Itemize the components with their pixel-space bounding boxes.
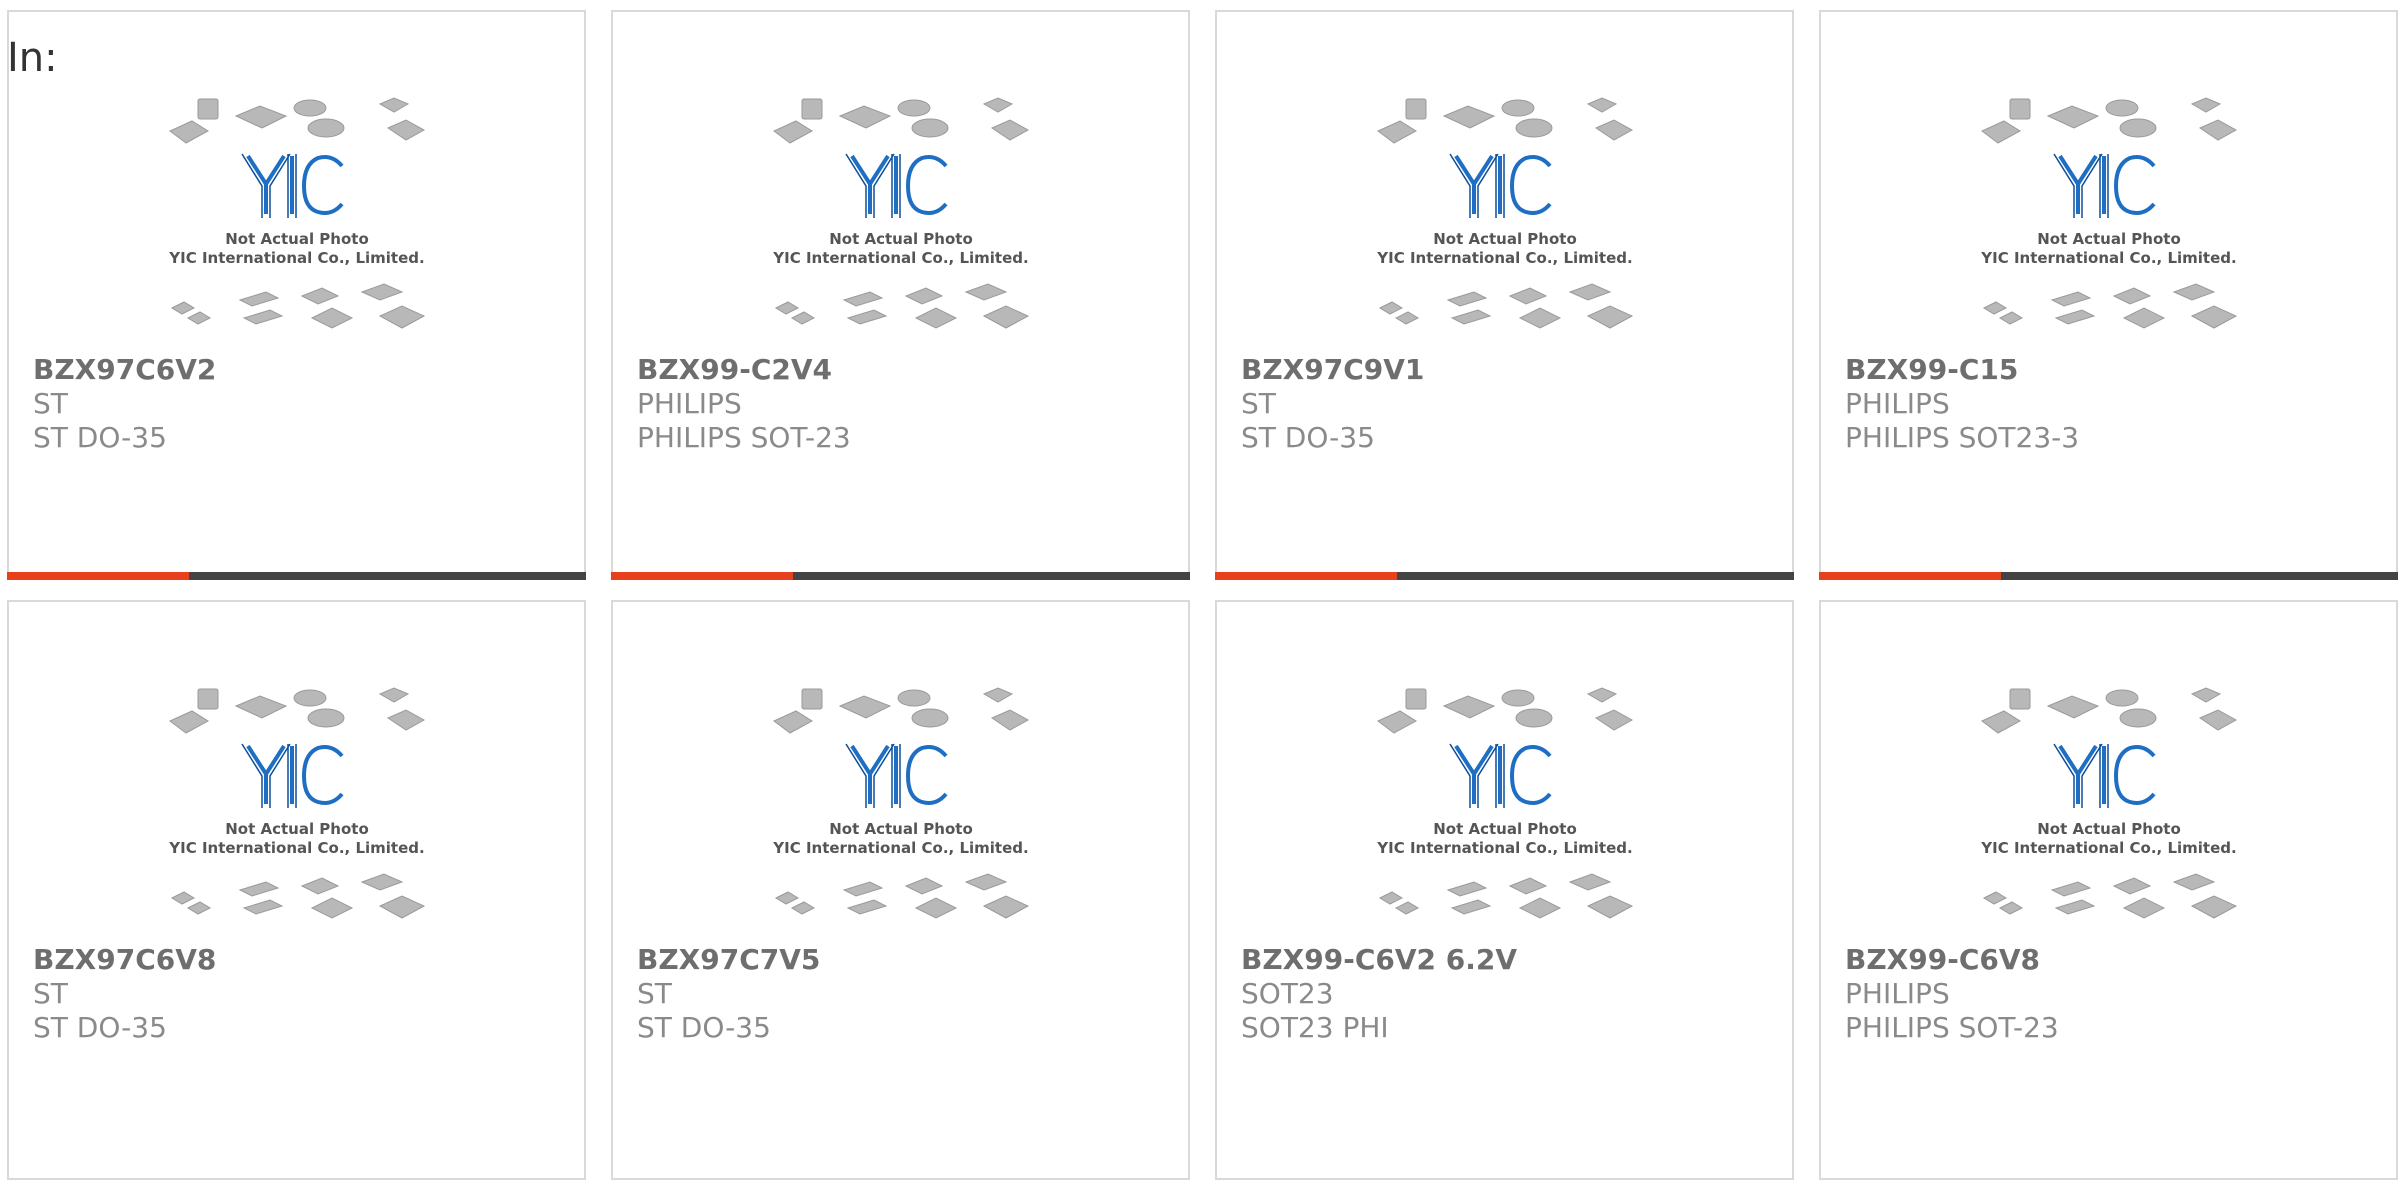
package: ST DO-35 <box>1241 421 1375 454</box>
part-number[interactable]: BZX99-C15 <box>1845 353 2079 387</box>
placeholder-image: Not Actual Photo YIC International Co., … <box>168 97 425 329</box>
card-bottom-bar <box>1819 572 2398 580</box>
package: ST DO-35 <box>33 1011 167 1044</box>
card-accent-bar <box>611 572 793 580</box>
card-bottom-bar <box>1215 572 1794 580</box>
part-number[interactable]: BZX97C6V8 <box>33 943 216 977</box>
product-card[interactable]: Not Actual Photo YIC International Co., … <box>7 10 586 580</box>
placeholder-company: YIC International Co., Limited. <box>772 839 1028 857</box>
package: PHILIPS SOT-23 <box>637 421 851 454</box>
product-thumbnail[interactable]: Not Actual Photo YIC International Co., … <box>9 686 584 942</box>
product-card[interactable]: Not Actual Photo YIC International Co., … <box>1819 10 2398 580</box>
placeholder-caption: Not Actual Photo <box>1433 230 1577 248</box>
product-thumbnail[interactable]: Not Actual Photo YIC International Co., … <box>613 96 1188 352</box>
placeholder-image: Not Actual Photo YIC International Co., … <box>1980 97 2237 329</box>
product-info: BZX97C7V5 ST ST DO-35 <box>637 943 820 1045</box>
placeholder-image: Not Actual Photo YIC International Co., … <box>772 687 1029 919</box>
product-card[interactable]: Not Actual Photo YIC International Co., … <box>1819 600 2398 1180</box>
placeholder-company: YIC International Co., Limited. <box>168 249 424 267</box>
placeholder-caption: Not Actual Photo <box>2037 820 2181 838</box>
placeholder-image: Not Actual Photo YIC International Co., … <box>1980 687 2237 919</box>
placeholder-caption: Not Actual Photo <box>225 230 369 248</box>
placeholder-company: YIC International Co., Limited. <box>1980 249 2236 267</box>
package: PHILIPS SOT23-3 <box>1845 421 2080 454</box>
brand: ST <box>33 977 68 1010</box>
product-card[interactable]: Not Actual Photo YIC International Co., … <box>1215 600 1794 1180</box>
product-info: BZX99-C2V4 PHILIPS PHILIPS SOT-23 <box>637 353 851 455</box>
placeholder-caption: Not Actual Photo <box>1433 820 1577 838</box>
card-bottom-bar <box>611 572 1190 580</box>
brand: PHILIPS <box>637 387 742 420</box>
placeholder-company: YIC International Co., Limited. <box>1376 839 1632 857</box>
brand: ST <box>637 977 672 1010</box>
card-accent-bar <box>1819 572 2001 580</box>
placeholder-image: Not Actual Photo YIC International Co., … <box>1376 687 1633 919</box>
package: SOT23 PHI <box>1241 1011 1389 1044</box>
part-number[interactable]: BZX97C7V5 <box>637 943 820 977</box>
in-label: In: <box>7 35 58 81</box>
product-thumbnail[interactable]: Not Actual Photo YIC International Co., … <box>1821 96 2396 352</box>
placeholder-image: Not Actual Photo YIC International Co., … <box>168 687 425 919</box>
placeholder-caption: Not Actual Photo <box>829 230 973 248</box>
product-thumbnail[interactable]: Not Actual Photo YIC International Co., … <box>1217 686 1792 942</box>
product-info: BZX97C9V1 ST ST DO-35 <box>1241 353 1424 455</box>
part-number[interactable]: BZX99-C2V4 <box>637 353 851 387</box>
placeholder-image: Not Actual Photo YIC International Co., … <box>772 97 1029 329</box>
package: ST DO-35 <box>637 1011 771 1044</box>
package: ST DO-35 <box>33 421 167 454</box>
product-card[interactable]: Not Actual Photo YIC International Co., … <box>1215 10 1794 580</box>
placeholder-caption: Not Actual Photo <box>225 820 369 838</box>
placeholder-caption: Not Actual Photo <box>2037 230 2181 248</box>
brand: PHILIPS <box>1845 387 1950 420</box>
product-card[interactable]: Not Actual Photo YIC International Co., … <box>611 10 1190 580</box>
product-info: BZX99-C15 PHILIPS PHILIPS SOT23-3 <box>1845 353 2079 455</box>
brand: SOT23 <box>1241 977 1334 1010</box>
product-thumbnail[interactable]: Not Actual Photo YIC International Co., … <box>1821 686 2396 942</box>
part-number[interactable]: BZX97C6V2 <box>33 353 216 387</box>
product-info: BZX99-C6V8 PHILIPS PHILIPS SOT-23 <box>1845 943 2059 1045</box>
card-accent-bar <box>7 572 189 580</box>
brand: ST <box>33 387 68 420</box>
part-number[interactable]: BZX97C9V1 <box>1241 353 1424 387</box>
product-thumbnail[interactable]: Not Actual Photo YIC International Co., … <box>1217 96 1792 352</box>
product-thumbnail[interactable]: Not Actual Photo YIC International Co., … <box>9 96 584 352</box>
product-info: BZX99-C6V2 6.2V SOT23 SOT23 PHI <box>1241 943 1517 1045</box>
product-thumbnail[interactable]: Not Actual Photo YIC International Co., … <box>613 686 1188 942</box>
card-bottom-bar <box>7 572 586 580</box>
product-card[interactable]: Not Actual Photo YIC International Co., … <box>611 600 1190 1180</box>
placeholder-company: YIC International Co., Limited. <box>1376 249 1632 267</box>
placeholder-company: YIC International Co., Limited. <box>1980 839 2236 857</box>
product-info: BZX97C6V2 ST ST DO-35 <box>33 353 216 455</box>
card-accent-bar <box>1215 572 1397 580</box>
package: PHILIPS SOT-23 <box>1845 1011 2059 1044</box>
part-number[interactable]: BZX99-C6V2 6.2V <box>1241 943 1517 977</box>
placeholder-image: Not Actual Photo YIC International Co., … <box>1376 97 1633 329</box>
product-card[interactable]: Not Actual Photo YIC International Co., … <box>7 600 586 1180</box>
part-number[interactable]: BZX99-C6V8 <box>1845 943 2059 977</box>
placeholder-caption: Not Actual Photo <box>829 820 973 838</box>
brand: ST <box>1241 387 1276 420</box>
placeholder-company: YIC International Co., Limited. <box>168 839 424 857</box>
placeholder-company: YIC International Co., Limited. <box>772 249 1028 267</box>
product-info: BZX97C6V8 ST ST DO-35 <box>33 943 216 1045</box>
brand: PHILIPS <box>1845 977 1950 1010</box>
